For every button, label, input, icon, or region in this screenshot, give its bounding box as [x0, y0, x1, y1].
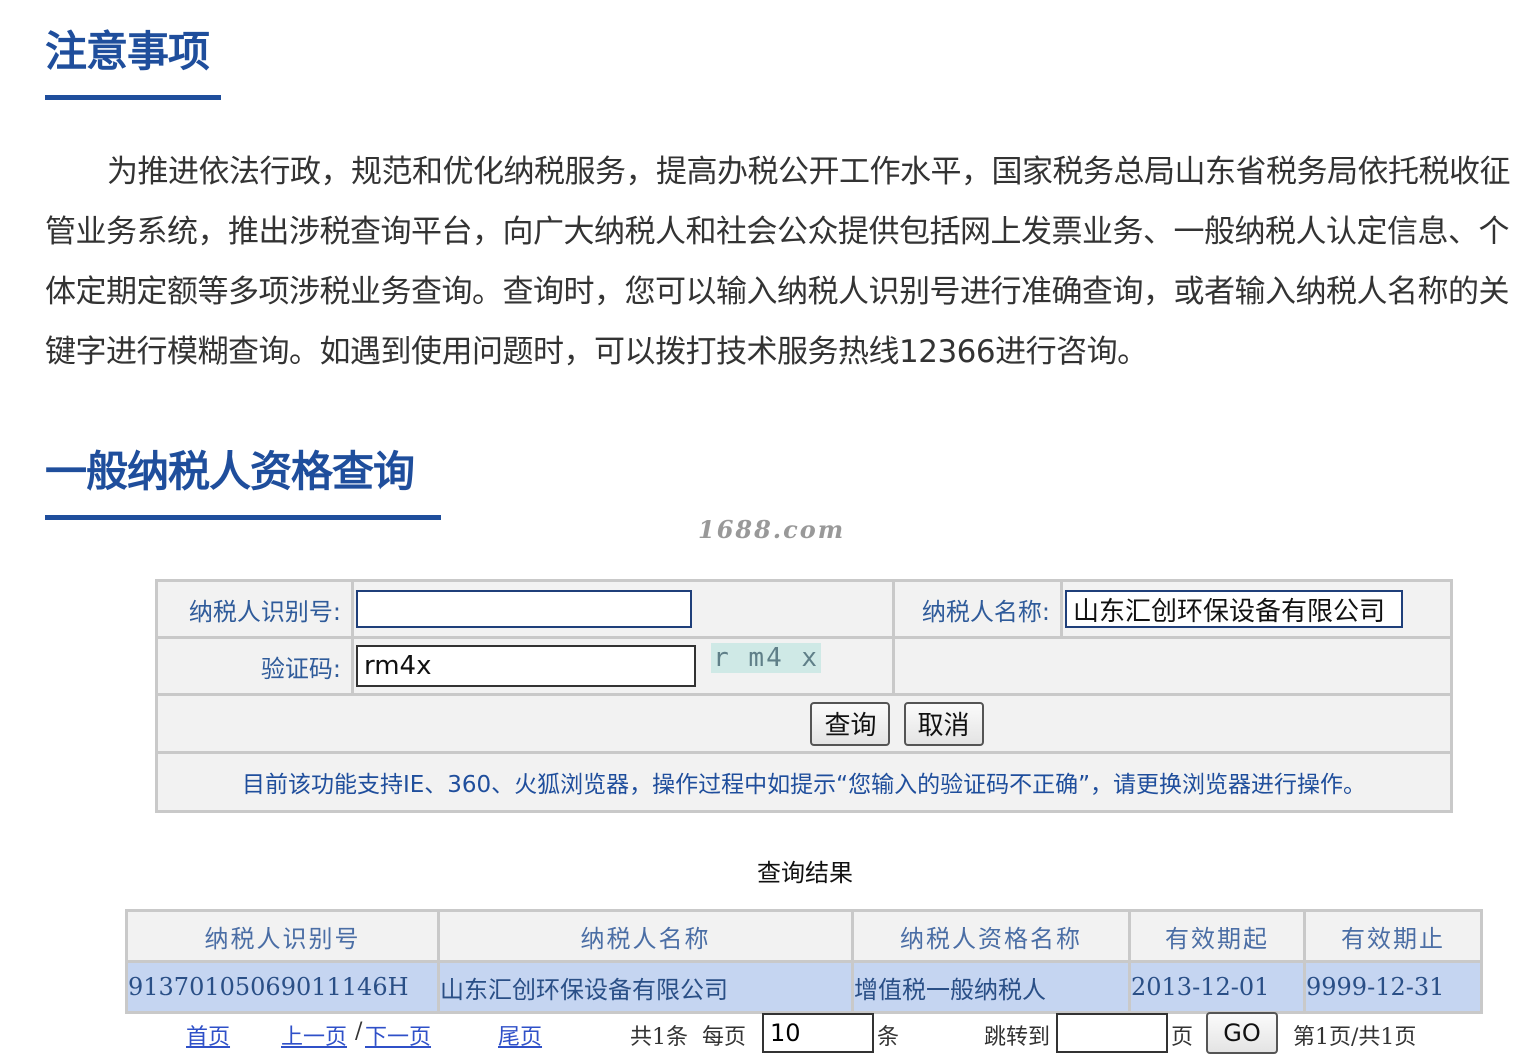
- captcha-image[interactable]: r m4 x: [711, 643, 822, 673]
- empty-cell: [892, 636, 1453, 696]
- notice-title-underline: [45, 95, 221, 100]
- table-row[interactable]: 91370105069011146H 山东汇创环保设备有限公司 增值税一般纳税人…: [125, 960, 1483, 1014]
- cell-valid-from: 2013-12-01: [1128, 960, 1306, 1014]
- jump-page-input[interactable]: [1056, 1013, 1168, 1053]
- taxpayer-id-input[interactable]: [356, 590, 692, 628]
- per-page-input[interactable]: [762, 1013, 874, 1053]
- column-header-taxpayer-id: 纳税人识别号: [125, 909, 440, 963]
- pager-separator: /: [355, 1019, 363, 1044]
- browser-tip: 目前该功能支持IE、360、火狐浏览器，操作过程中如提示“您输入的验证码不正确”…: [155, 751, 1453, 813]
- column-header-valid-to: 有效期止: [1303, 909, 1483, 963]
- cancel-button[interactable]: 取消: [903, 701, 984, 746]
- cell-valid-to: 9999-12-31: [1303, 960, 1483, 1014]
- results-table: 纳税人识别号 纳税人名称 纳税人资格名称 有效期起 有效期止 913701050…: [125, 909, 1483, 1014]
- page-info: 第1页/共1页: [1293, 1025, 1417, 1050]
- notice-title: 注意事项: [45, 27, 210, 76]
- column-header-taxpayer-name: 纳税人名称: [437, 909, 854, 963]
- per-page-label: 每页: [702, 1025, 747, 1050]
- taxpayer-id-cell: [351, 579, 895, 639]
- go-button[interactable]: GO: [1206, 1012, 1278, 1054]
- per-page-unit: 条: [877, 1025, 900, 1050]
- column-header-qualification: 纳税人资格名称: [851, 909, 1131, 963]
- results-title: 查询结果: [757, 859, 853, 887]
- taxpayer-name-cell: [1060, 579, 1453, 639]
- watermark: 1688.com: [698, 515, 846, 544]
- notice-text: 为推进依法行政，规范和优化纳税服务，提高办税公开工作水平，国家税务总局山东省税务…: [45, 154, 1511, 370]
- last-page-link[interactable]: 尾页: [498, 1019, 542, 1051]
- column-header-valid-from: 有效期起: [1128, 909, 1306, 963]
- taxpayer-name-label: 纳税人名称:: [892, 579, 1063, 639]
- captcha-label: 验证码:: [155, 636, 354, 696]
- button-row: 查询 取消: [155, 693, 1453, 754]
- query-title-underline: [45, 515, 441, 520]
- cell-taxpayer-name: 山东汇创环保设备有限公司: [437, 960, 854, 1014]
- search-button[interactable]: 查询: [810, 701, 891, 746]
- taxpayer-id-label: 纳税人识别号:: [155, 579, 354, 639]
- query-form: 纳税人识别号: 纳税人名称: 验证码: r m4 x 查询 取消 目前该功能支持…: [155, 579, 1453, 813]
- page-unit: 页: [1171, 1025, 1194, 1050]
- cell-qualification: 增值税一般纳税人: [851, 960, 1131, 1014]
- total-count: 共1条: [630, 1025, 688, 1050]
- next-page-link[interactable]: 下一页: [365, 1019, 431, 1051]
- prev-page-link[interactable]: 上一页: [281, 1019, 347, 1051]
- cell-taxpayer-id: 91370105069011146H: [125, 960, 440, 1014]
- pagination: 首页 上一页 / 下一页 尾页 共1条 每页 条 跳转到 页 GO 第1页/共1…: [0, 1012, 1534, 1056]
- captcha-cell: r m4 x: [351, 636, 895, 696]
- query-title: 一般纳税人资格查询: [45, 447, 415, 496]
- captcha-input[interactable]: [356, 645, 696, 687]
- jump-label: 跳转到: [984, 1025, 1051, 1050]
- taxpayer-name-input[interactable]: [1065, 590, 1403, 628]
- first-page-link[interactable]: 首页: [186, 1019, 230, 1051]
